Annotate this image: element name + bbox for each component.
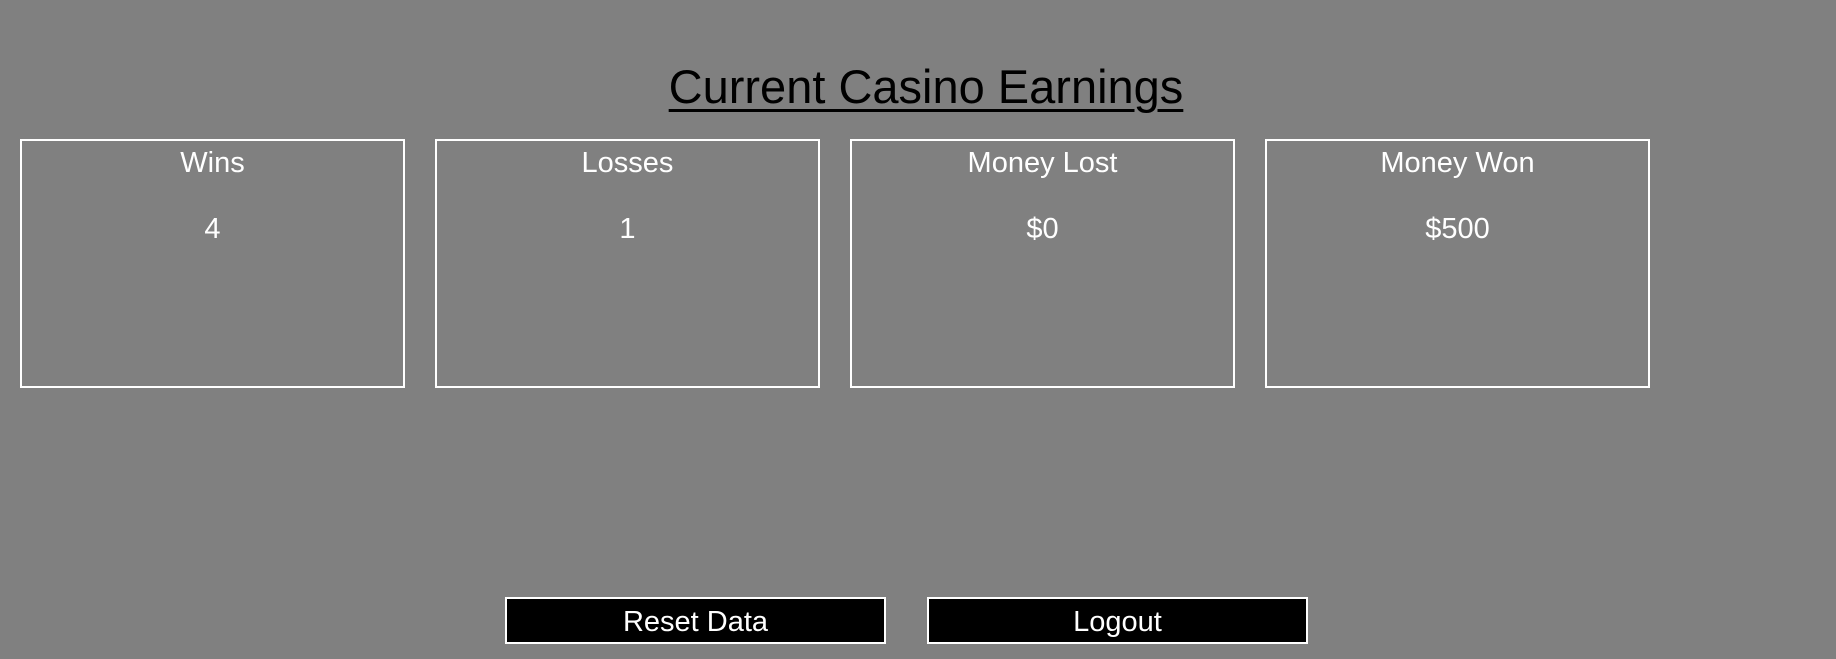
stat-value-wins: 4 <box>204 213 221 245</box>
stat-card-money-lost: Money Lost $0 <box>850 139 1235 388</box>
stat-label-money-lost: Money Lost <box>967 147 1118 179</box>
logout-button[interactable]: Logout <box>927 597 1308 644</box>
page-title: Current Casino Earnings <box>668 60 1184 113</box>
stat-card-losses: Losses 1 <box>435 139 820 388</box>
stat-label-money-won: Money Won <box>1380 147 1535 179</box>
stat-card-wins: Wins 4 <box>20 139 405 388</box>
casino-earnings-page: Current Casino Earnings Wins 4 Losses 1 … <box>0 0 1836 659</box>
stat-value-money-won: $500 <box>1425 213 1490 245</box>
stat-label-wins: Wins <box>180 147 245 179</box>
stat-label-losses: Losses <box>581 147 674 179</box>
stat-value-losses: 1 <box>619 213 636 245</box>
stat-card-money-won: Money Won $500 <box>1265 139 1650 388</box>
stat-value-money-lost: $0 <box>1026 213 1059 245</box>
reset-data-button[interactable]: Reset Data <box>505 597 886 644</box>
